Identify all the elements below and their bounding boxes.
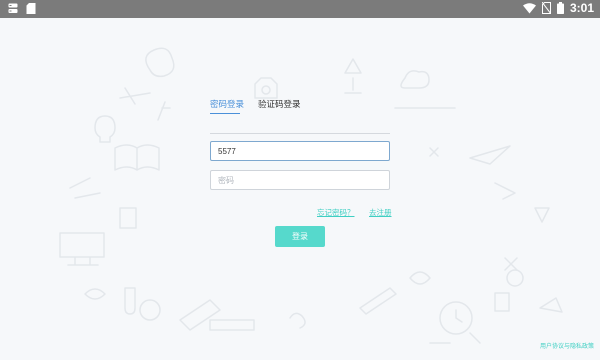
- status-bar: 3:01: [0, 0, 600, 18]
- status-time: 3:01: [569, 1, 594, 15]
- wifi-icon: [522, 2, 536, 13]
- register-link[interactable]: 去注册: [369, 207, 392, 218]
- login-button[interactable]: 登录: [275, 226, 325, 247]
- tab-password-login[interactable]: 密码登录: [210, 98, 244, 110]
- storage-icon: [8, 3, 18, 13]
- password-input[interactable]: [210, 170, 390, 190]
- sd-card-icon: [26, 3, 36, 14]
- no-sim-icon: [541, 2, 551, 14]
- user-agreement-link[interactable]: 用户协议与隐私政策: [540, 341, 594, 350]
- forgot-password-link[interactable]: 忘记密码？: [317, 207, 355, 218]
- active-tab-indicator: [210, 113, 240, 114]
- login-tabs: 密码登录 验证码登录: [210, 98, 390, 116]
- tab-code-login[interactable]: 验证码登录: [258, 98, 301, 110]
- tabs-divider: [210, 133, 390, 134]
- phone-input[interactable]: [210, 141, 390, 161]
- battery-icon: [556, 2, 564, 14]
